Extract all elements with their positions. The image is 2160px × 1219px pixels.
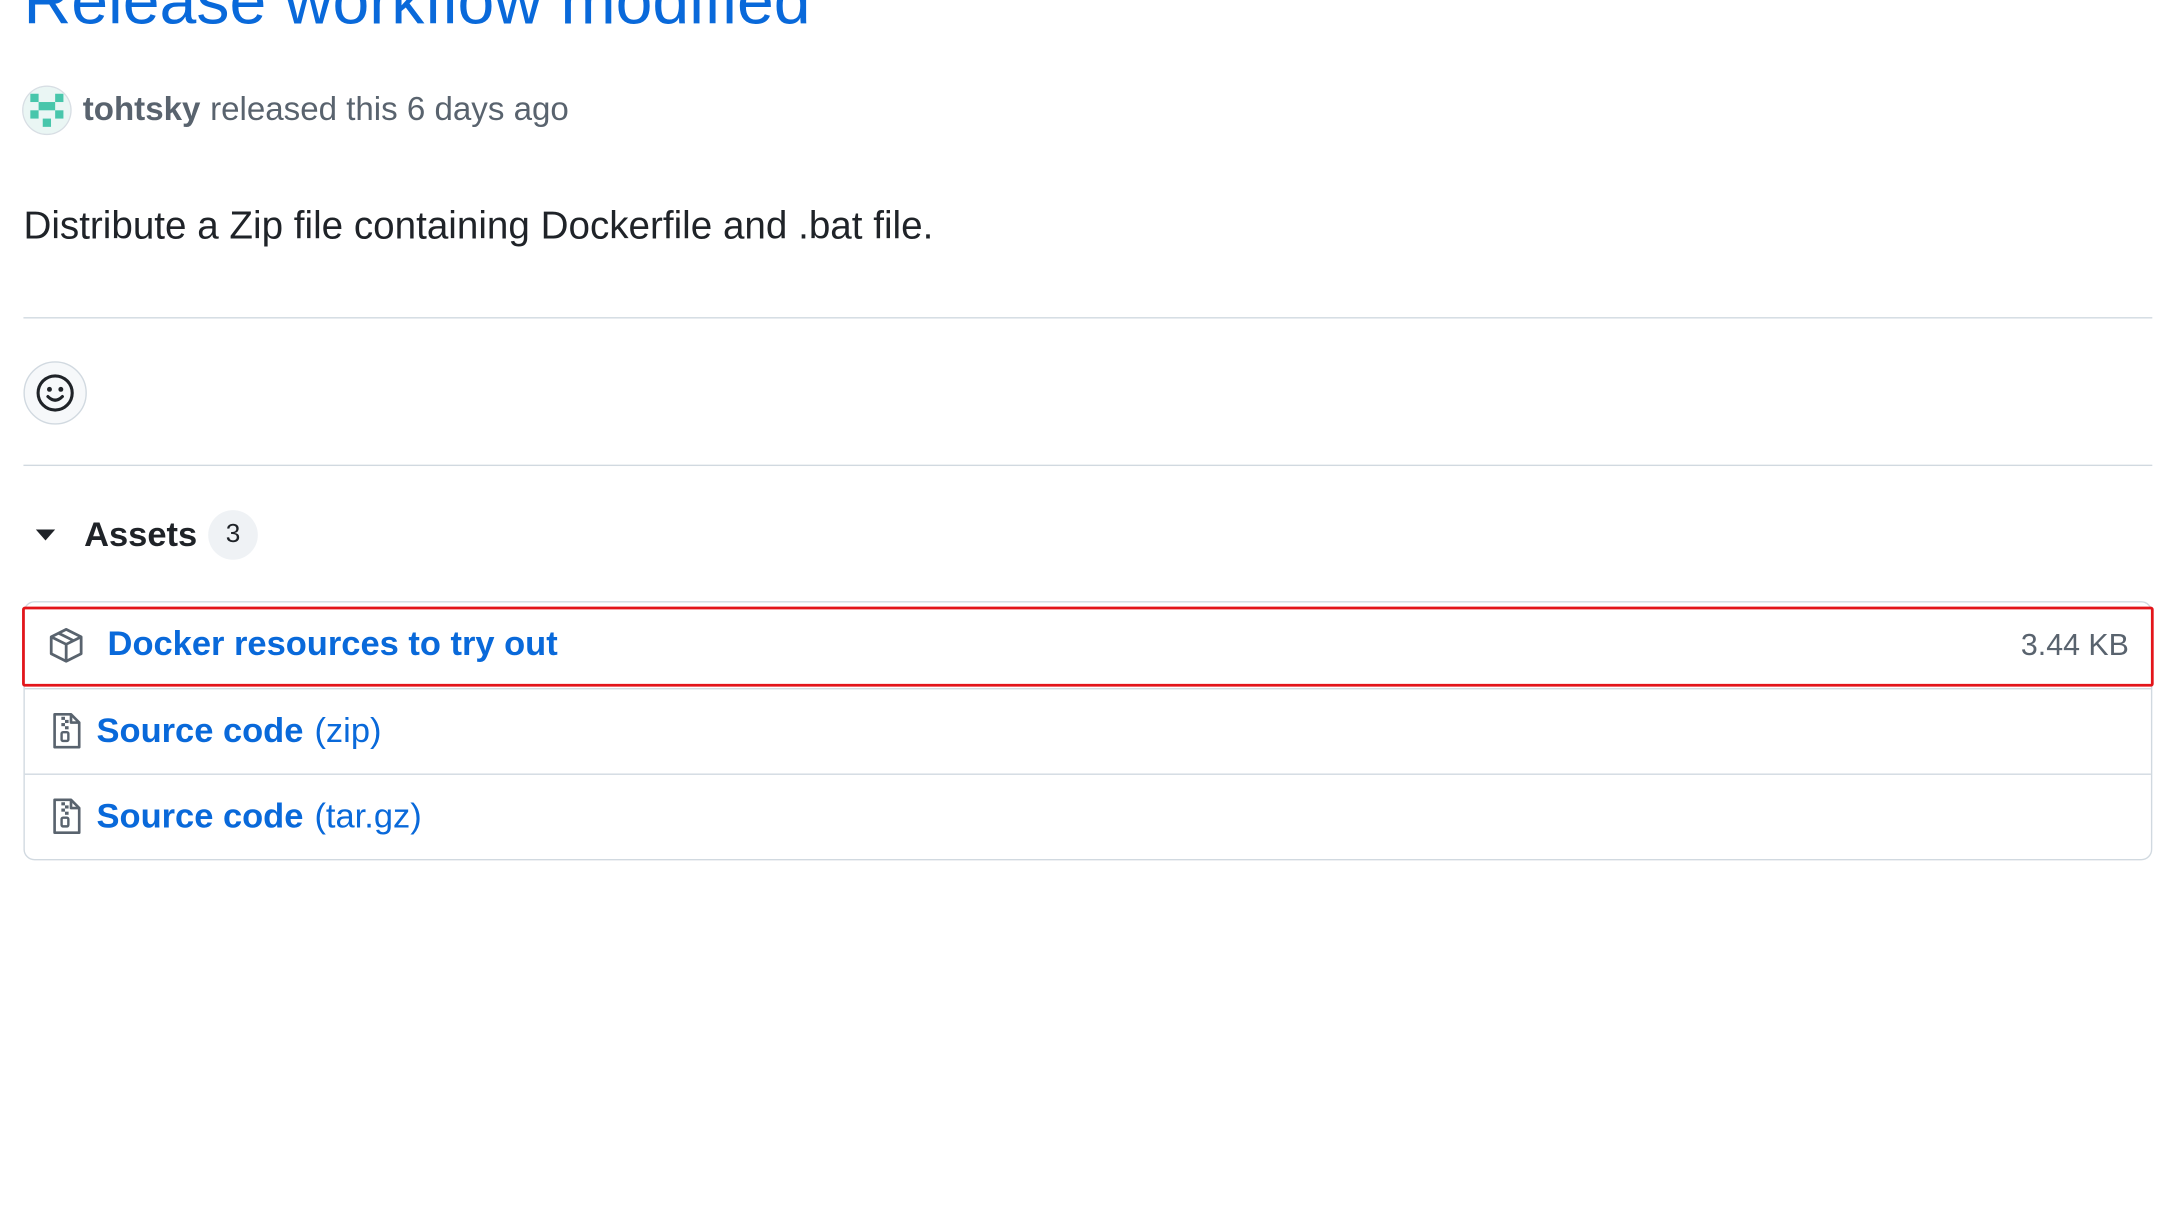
asset-size: 3.44 KB [2020, 626, 2129, 662]
file-zip-icon [47, 797, 86, 836]
asset-ext-targz[interactable]: (tar.gz) [314, 796, 421, 836]
assets-heading: Assets [84, 514, 198, 554]
asset-row-source-zip: Source code (zip) [24, 688, 2151, 772]
release-description: Distribute a Zip file containing Dockerf… [23, 204, 934, 247]
assets-count-badge: 3 [208, 510, 258, 560]
avatar[interactable] [23, 86, 71, 134]
author-link[interactable]: tohtsky [83, 91, 201, 130]
release-title[interactable]: Release workflow modified [23, 0, 810, 44]
smiley-icon [36, 374, 74, 412]
asset-link-source-targz[interactable]: Source code [97, 796, 304, 836]
add-reaction-button[interactable] [23, 361, 87, 425]
file-zip-icon [47, 711, 86, 750]
assets-toggle[interactable]: Assets 3 [23, 505, 258, 566]
asset-link-source-zip[interactable]: Source code [97, 711, 304, 751]
triangle-down-icon [26, 516, 65, 555]
asset-link-docker-resources[interactable]: Docker resources to try out [108, 625, 558, 665]
divider [23, 464, 2153, 467]
release-page: Release workflow modified tohtsky releas… [0, 0, 2160, 1219]
assets-list: Docker resources to try out 3.44 KB Sour… [22, 601, 2154, 861]
asset-row-docker-resources: Docker resources to try out 3.44 KB [22, 603, 2154, 687]
package-icon [47, 625, 86, 664]
divider [23, 317, 2153, 319]
released-text: released this 6 days ago [210, 91, 569, 129]
asset-ext-zip[interactable]: (zip) [314, 711, 381, 751]
release-byline: tohtsky released this 6 days ago [23, 85, 569, 135]
asset-row-source-targz: Source code (tar.gz) [24, 773, 2151, 858]
